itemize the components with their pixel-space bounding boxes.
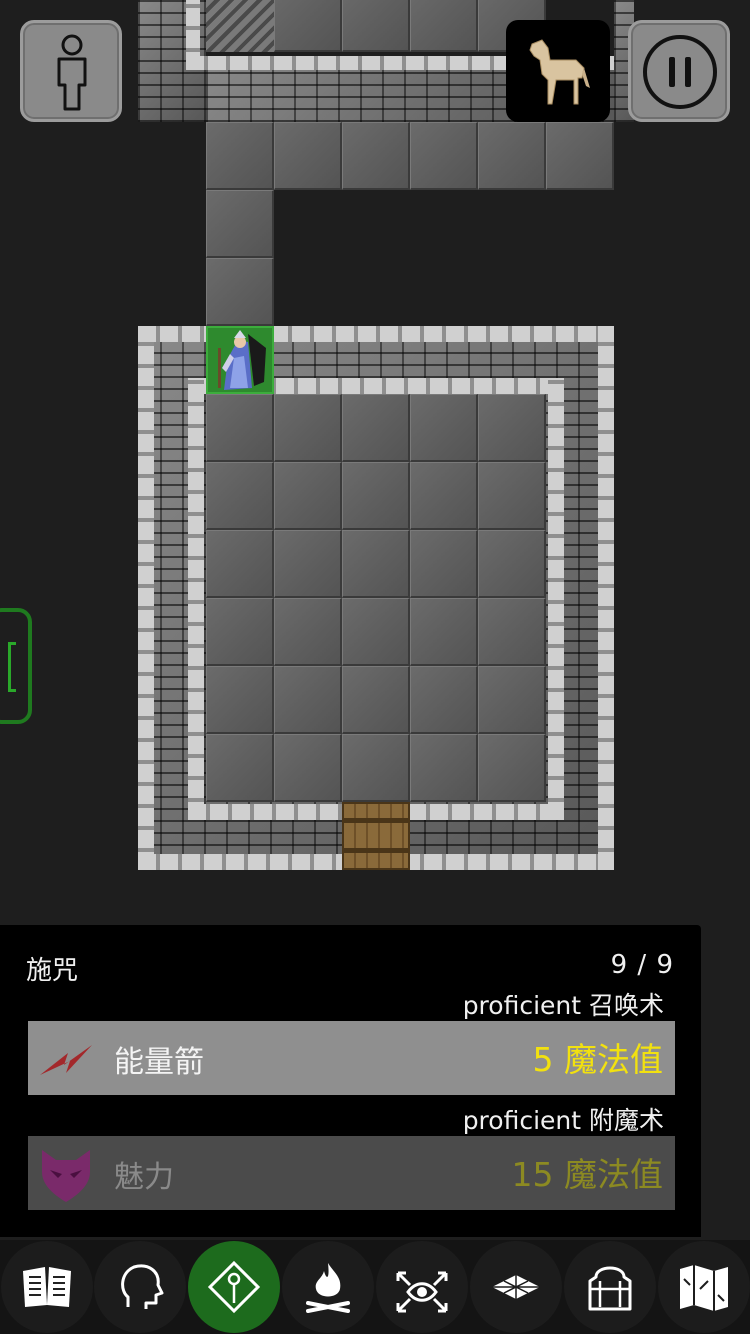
look-button[interactable] <box>376 1241 468 1333</box>
floor-tile <box>206 258 274 326</box>
wall-ledge <box>188 378 204 820</box>
side-drawer-handle[interactable] <box>0 608 32 724</box>
floor-tile <box>206 530 274 598</box>
floor-tile <box>342 666 410 734</box>
floor-tile <box>274 0 342 52</box>
floor-tile-icon <box>492 1275 540 1299</box>
spell-cost: 5 魔法值 <box>532 1040 664 1079</box>
floor-tile <box>478 462 546 530</box>
wooden-door[interactable] <box>342 802 410 870</box>
school-label-conjuration: proficient 召唤术 <box>462 991 664 1020</box>
look-eye-icon <box>396 1271 448 1313</box>
floor-tile <box>478 394 546 462</box>
door-crossbar <box>344 848 408 853</box>
wall-ledge <box>186 0 200 70</box>
school-label-enchantment: proficient 附魔术 <box>462 1106 664 1135</box>
bracket-handle-icon <box>8 642 16 692</box>
book-icon <box>23 1267 71 1307</box>
floor-tile <box>206 122 274 190</box>
cast-spell-button[interactable] <box>188 1241 280 1333</box>
head-icon <box>121 1264 164 1309</box>
lightning-bolt-icon <box>40 1045 92 1075</box>
wall-ledge <box>548 378 564 820</box>
floor-tile <box>478 666 546 734</box>
pause-icon <box>643 35 717 109</box>
floor-tile <box>274 122 342 190</box>
floor-tile <box>342 530 410 598</box>
rest-button[interactable] <box>282 1241 374 1333</box>
floor-tile <box>342 462 410 530</box>
heart-mask-icon <box>42 1150 90 1202</box>
spell-row-energy-bolt[interactable]: 能量箭 5 魔法值 <box>28 1021 675 1095</box>
spell-row-charm[interactable]: 魅力 15 魔法值 <box>28 1136 675 1210</box>
floor-tile <box>410 394 478 462</box>
spell-panel-title: 施咒 <box>26 956 79 986</box>
floor-tile <box>274 598 342 666</box>
wall-ledge <box>598 326 614 870</box>
magic-staff-icon <box>207 1260 261 1314</box>
pause-button[interactable] <box>628 20 730 122</box>
floor-tile <box>274 394 342 462</box>
floor-tile <box>410 0 478 52</box>
floor-tile <box>410 462 478 530</box>
floor-tile <box>206 734 274 802</box>
floor-tile <box>274 462 342 530</box>
floor-tile <box>274 666 342 734</box>
wizard-hero-icon <box>218 330 266 390</box>
journal-button[interactable] <box>1 1241 93 1333</box>
floor-tile <box>274 530 342 598</box>
floor-tile <box>410 598 478 666</box>
companion-button[interactable] <box>506 20 610 122</box>
horse-icon <box>529 39 590 105</box>
floor-tile <box>342 0 410 52</box>
floor-tile <box>342 394 410 462</box>
map-icon <box>680 1265 728 1311</box>
map-button[interactable] <box>658 1241 750 1333</box>
floor-tile <box>206 462 274 530</box>
dungeon-map[interactable] <box>0 0 750 900</box>
floor-tile <box>274 734 342 802</box>
stairs <box>206 0 274 52</box>
spell-name: 能量箭 <box>114 1045 204 1080</box>
floor-tile <box>410 122 478 190</box>
inventory-button[interactable] <box>564 1241 656 1333</box>
door-crossbar <box>344 818 408 823</box>
campfire-icon <box>306 1263 350 1313</box>
person-icon <box>57 34 87 111</box>
floor-tile <box>206 666 274 734</box>
spell-slot-count: 9 / 9 <box>610 950 674 980</box>
character-button[interactable] <box>20 20 122 122</box>
inventory-bag-icon <box>588 1266 632 1311</box>
floor-tile <box>410 530 478 598</box>
floor-tile <box>206 394 274 462</box>
floor-tile <box>342 122 410 190</box>
hero-tile[interactable] <box>206 326 274 394</box>
character-sheet-button[interactable] <box>94 1241 186 1333</box>
wall-ledge <box>138 326 154 870</box>
floor-tile <box>478 734 546 802</box>
floor-tile <box>410 734 478 802</box>
spell-cost: 15 魔法值 <box>511 1155 663 1194</box>
floor-tile <box>342 734 410 802</box>
floor-tile <box>342 598 410 666</box>
spell-name: 魅力 <box>114 1160 174 1195</box>
floor-tile <box>478 122 546 190</box>
floor-tile <box>206 190 274 258</box>
floor-tile <box>410 666 478 734</box>
floor-tile <box>546 122 614 190</box>
floor-tile <box>478 530 546 598</box>
floor-tile <box>206 598 274 666</box>
floor-tile <box>478 598 546 666</box>
floor-button[interactable] <box>470 1241 562 1333</box>
